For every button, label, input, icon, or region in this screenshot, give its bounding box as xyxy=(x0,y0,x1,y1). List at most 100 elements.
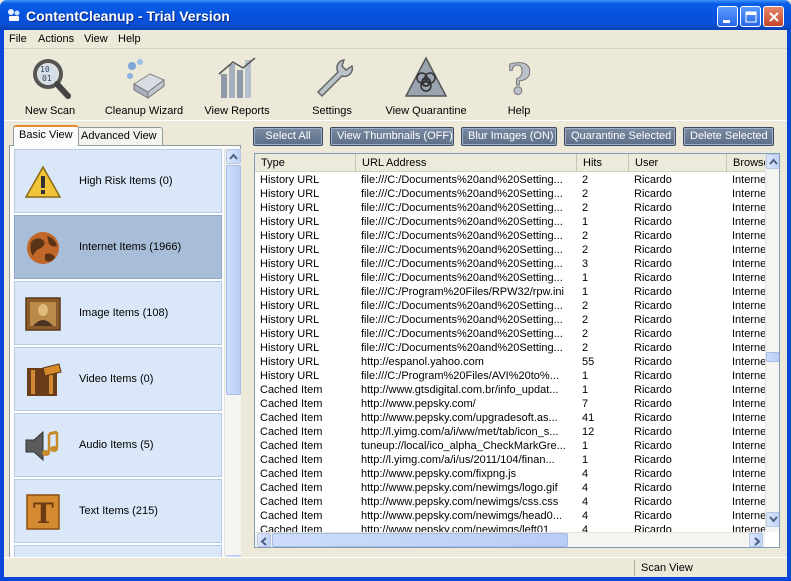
cell-browser: Internet xyxy=(732,328,765,340)
minimize-button[interactable] xyxy=(717,6,738,27)
table-row[interactable]: Cached Item http://www.pepsky.com/newimgs… xyxy=(255,481,765,495)
settings-button[interactable]: Settings xyxy=(287,52,377,120)
table-hscroll-thumb[interactable] xyxy=(272,533,568,547)
column-url[interactable]: URL Address xyxy=(356,154,577,172)
menu-view[interactable]: View xyxy=(84,33,108,45)
view-thumbnails-button[interactable]: View Thumbnails (OFF) xyxy=(330,127,454,146)
quarantine-selected-button[interactable]: Quarantine Selected xyxy=(564,127,676,146)
table-row[interactable]: History URL file:///C:/Documents%20and%20… xyxy=(255,187,765,201)
cell-browser: Internet xyxy=(732,468,765,480)
maximize-button[interactable] xyxy=(740,6,761,27)
results-panel: Select All View Thumbnails (OFF) Blur Im… xyxy=(250,125,784,577)
scroll-up-button[interactable] xyxy=(226,149,241,164)
title-bar[interactable]: ContentCleanup - Trial Version xyxy=(0,0,791,30)
table-row[interactable]: History URL file:///C:/Documents%20and%20… xyxy=(255,271,765,285)
table-row[interactable]: History URL file:///C:/Documents%20and%20… xyxy=(255,215,765,229)
cell-browser: Internet xyxy=(732,272,765,284)
table-row[interactable]: Cached Item http://www.pepsky.com/newimgs… xyxy=(255,495,765,509)
category-image[interactable]: Image Items (108) xyxy=(14,281,222,345)
close-button[interactable] xyxy=(763,6,784,27)
table-vertical-scrollbar[interactable] xyxy=(765,154,779,532)
table-row[interactable]: Cached Item http://www.pepsky.com/fixpng.… xyxy=(255,467,765,481)
category-internet[interactable]: Internet Items (1966) xyxy=(14,215,222,279)
category-high-risk[interactable]: High Risk Items (0) xyxy=(14,149,222,213)
cell-browser: Internet xyxy=(732,454,765,466)
cell-hits: 41 xyxy=(582,412,595,424)
table-horizontal-scrollbar[interactable] xyxy=(255,532,765,547)
new-scan-button[interactable]: 10 01 New Scan xyxy=(5,52,95,120)
column-hits[interactable]: Hits xyxy=(577,154,629,172)
client-area: File Actions View Help 10 01 New Scan Cl… xyxy=(4,30,787,577)
table-row[interactable]: History URL file:///C:/Documents%20and%20… xyxy=(255,327,765,341)
table-row[interactable]: Cached Item http://www.gtsdigital.com.br/… xyxy=(255,383,765,397)
table-row[interactable]: Cached Item http://www.pepsky.com/newimgs… xyxy=(255,509,765,523)
cell-type: History URL xyxy=(260,342,320,354)
cell-type: History URL xyxy=(260,174,320,186)
cell-hits: 2 xyxy=(582,342,589,354)
cell-url: file:///C:/Documents%20and%20Setting... xyxy=(361,244,563,256)
table-row[interactable]: Cached Item http://www.pepsky.com/upgrade… xyxy=(255,411,765,425)
select-all-button[interactable]: Select All xyxy=(253,127,323,146)
column-user[interactable]: User xyxy=(629,154,727,172)
table-row[interactable]: History URL file:///C:/Documents%20and%20… xyxy=(255,257,765,271)
table-row[interactable]: History URL file:///C:/Program%20Files/RP… xyxy=(255,285,765,299)
cell-type: Cached Item xyxy=(260,398,323,410)
table-row[interactable]: History URL file:///C:/Documents%20and%20… xyxy=(255,229,765,243)
table-row[interactable]: Cached Item http://l.yimg.com/a/i/ww/met/… xyxy=(255,425,765,439)
table-row[interactable]: Cached Item http://l.yimg.com/a/i/us/2011… xyxy=(255,453,765,467)
cell-url: file:///C:/Documents%20and%20Setting... xyxy=(361,258,563,270)
table-row[interactable]: Cached Item tuneup://local/ico_alpha_Chec… xyxy=(255,439,765,453)
table-row[interactable]: History URL file:///C:/Documents%20and%20… xyxy=(255,243,765,257)
cell-user: Ricardo xyxy=(634,440,672,452)
basic-view-panel: High Risk Items (0) Internet Items (1966… xyxy=(9,145,241,577)
table-row[interactable]: Cached Item http://www.pepsky.com/7 Ricard… xyxy=(255,397,765,411)
table-body: History URL file:///C:/Documents%20and%20… xyxy=(255,173,765,533)
cell-hits: 4 xyxy=(582,496,589,508)
table-row[interactable]: History URL file:///C:/Documents%20and%20… xyxy=(255,201,765,215)
cell-url: http://www.pepsky.com/fixpng.js xyxy=(361,468,517,480)
help-button[interactable]: ? Help xyxy=(474,52,564,120)
column-browser[interactable]: Browser xyxy=(727,154,767,172)
cell-browser: Internet xyxy=(732,314,765,326)
cell-url: http://l.yimg.com/a/i/us/2011/104/finan.… xyxy=(361,454,555,466)
table-row[interactable]: History URL file:///C:/Documents%20and%20… xyxy=(255,173,765,187)
cell-user: Ricardo xyxy=(634,258,672,270)
blur-images-button[interactable]: Blur Images (ON) xyxy=(461,127,557,146)
tab-basic-view[interactable]: Basic View xyxy=(13,125,79,146)
menu-help[interactable]: Help xyxy=(118,33,141,45)
svg-text:?: ? xyxy=(507,55,532,102)
settings-icon xyxy=(316,59,354,98)
table-scroll-up-button[interactable] xyxy=(766,154,779,169)
table-row[interactable]: History URL file:///C:/Documents%20and%20… xyxy=(255,341,765,355)
table-row[interactable]: History URL http://espanol.yahoo.com 55 Ric… xyxy=(255,355,765,369)
category-list: High Risk Items (0) Internet Items (1966… xyxy=(14,149,222,571)
table-scroll-down-button[interactable] xyxy=(766,512,779,527)
cell-browser: Internet xyxy=(732,342,765,354)
category-text[interactable]: T Text Items (215) xyxy=(14,479,222,543)
delete-selected-button[interactable]: Delete Selected xyxy=(683,127,774,146)
table-row[interactable]: History URL file:///C:/Documents%20and%20… xyxy=(255,313,765,327)
category-audio[interactable]: Audio Items (5) xyxy=(14,413,222,477)
menu-actions[interactable]: Actions xyxy=(38,33,74,45)
cell-browser: Internet xyxy=(732,412,765,424)
menu-file[interactable]: File xyxy=(9,33,27,45)
scroll-thumb[interactable] xyxy=(226,165,241,395)
cleanup-wizard-button[interactable]: Cleanup Wizard xyxy=(99,52,189,120)
cell-hits: 2 xyxy=(582,314,589,326)
cell-browser: Internet xyxy=(732,398,765,410)
cell-type: Cached Item xyxy=(260,482,323,494)
category-panel: Basic View Advanced View High Risk Items… xyxy=(7,125,242,577)
table-scroll-right-button[interactable] xyxy=(749,533,763,547)
cell-user: Ricardo xyxy=(634,426,672,438)
category-scrollbar[interactable] xyxy=(224,149,241,571)
category-video[interactable]: Video Items (0) xyxy=(14,347,222,411)
table-row[interactable]: History URL file:///C:/Documents%20and%20… xyxy=(255,299,765,313)
video-icon xyxy=(27,363,62,396)
column-type[interactable]: Type xyxy=(255,154,356,172)
table-row[interactable]: History URL file:///C:/Program%20Files/AV… xyxy=(255,369,765,383)
view-reports-button[interactable]: View Reports xyxy=(192,52,282,120)
table-scroll-thumb[interactable] xyxy=(766,352,779,362)
view-quarantine-button[interactable]: View Quarantine xyxy=(381,52,471,120)
table-scroll-left-button[interactable] xyxy=(257,533,271,547)
tab-advanced-view[interactable]: Advanced View xyxy=(75,127,163,145)
